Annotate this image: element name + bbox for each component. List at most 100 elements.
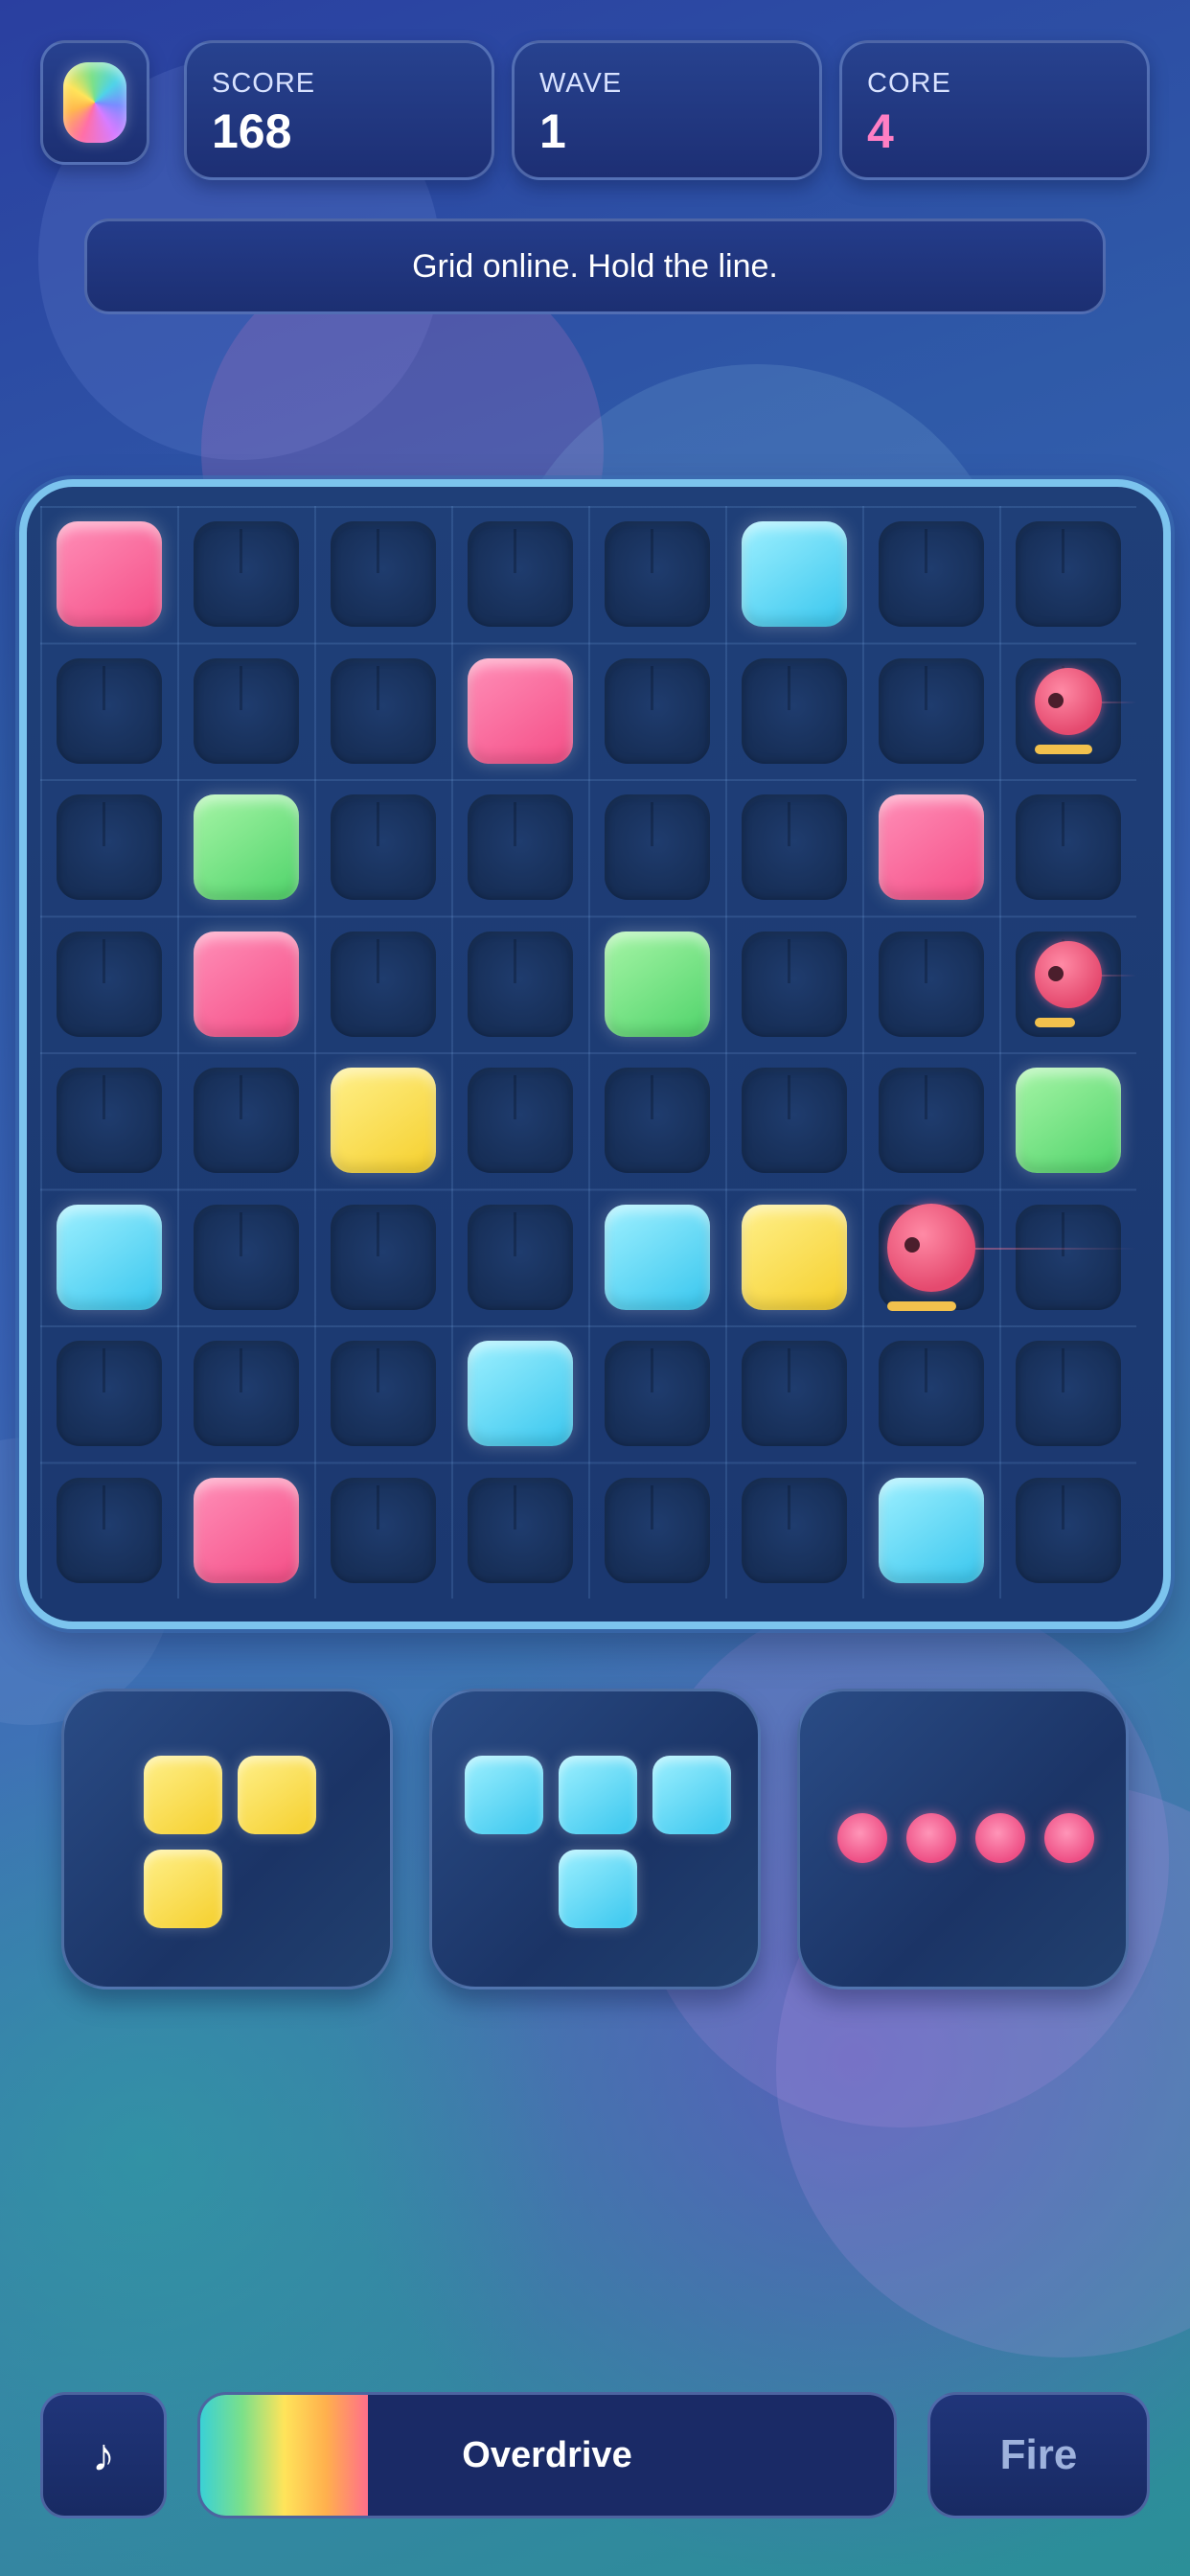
score-label: SCORE: [212, 68, 316, 99]
board-cell[interactable]: [604, 521, 710, 628]
board-cell[interactable]: [330, 1477, 436, 1583]
overdrive-label: Overdrive: [462, 2434, 632, 2475]
board-cell[interactable]: [193, 521, 299, 628]
core-panel: CORE 4: [839, 40, 1150, 180]
board-cell[interactable]: [741, 794, 847, 901]
board-cell[interactable]: [1015, 1204, 1121, 1310]
blue-block: [878, 1477, 984, 1583]
yellow-block: [330, 1068, 436, 1174]
score-panel: SCORE 168: [184, 40, 494, 180]
blue-block: [467, 1341, 573, 1447]
enemy-orb: [886, 1203, 975, 1292]
pink-block: [56, 521, 162, 628]
board-cell[interactable]: [467, 521, 573, 628]
enemy-health-bar: [1034, 744, 1092, 754]
pink-block: [193, 931, 299, 1037]
board-cell[interactable]: [604, 657, 710, 764]
enemy-eye: [1047, 693, 1064, 709]
board-cell[interactable]: [330, 1204, 436, 1310]
yellow-piece-block: [144, 1850, 222, 1928]
pink-block: [467, 657, 573, 764]
board-cell[interactable]: [56, 657, 162, 764]
board-cell[interactable]: [467, 1204, 573, 1310]
board-cell[interactable]: [56, 794, 162, 901]
green-block: [193, 794, 299, 901]
blue-block: [56, 1204, 162, 1310]
board-cell[interactable]: [1015, 521, 1121, 628]
enemy-eye: [1047, 966, 1064, 982]
enemy-orb: [1034, 940, 1102, 1008]
board-cell[interactable]: [330, 794, 436, 901]
board-cell[interactable]: [878, 657, 984, 764]
wave-panel: WAVE 1: [512, 40, 822, 180]
blue-piece-block: [559, 1850, 637, 1928]
board-cell[interactable]: [604, 1341, 710, 1447]
board-cell[interactable]: [878, 1341, 984, 1447]
enemy-health-bar: [886, 1300, 956, 1311]
wave-value: 1: [539, 104, 566, 158]
enemy-health-bar: [1034, 1017, 1075, 1027]
board-cell[interactable]: [604, 1068, 710, 1174]
wave-label: WAVE: [539, 68, 623, 99]
board-cell[interactable]: [193, 1341, 299, 1447]
board-cell[interactable]: [878, 931, 984, 1037]
board-cell[interactable]: [741, 1477, 847, 1583]
board-cell[interactable]: [467, 794, 573, 901]
pink-orb: [975, 1813, 1025, 1863]
yellow-block: [741, 1204, 847, 1310]
blue-block: [604, 1204, 710, 1310]
blue-piece-block: [559, 1756, 637, 1834]
board-cell[interactable]: [741, 1341, 847, 1447]
tray-slot-2[interactable]: [429, 1689, 761, 1990]
board-cell[interactable]: [467, 1068, 573, 1174]
board-cell[interactable]: [193, 1068, 299, 1174]
board-cell[interactable]: [741, 931, 847, 1037]
enemy-eye: [904, 1236, 920, 1253]
board-cell[interactable]: [1015, 1341, 1121, 1447]
pink-orb: [837, 1813, 887, 1863]
board-grid[interactable]: [40, 506, 1136, 1598]
score-value: 168: [212, 104, 292, 158]
rainbow-gem-icon: [63, 62, 126, 143]
board-cell[interactable]: [56, 1068, 162, 1174]
pink-block: [878, 794, 984, 901]
yellow-piece-block: [238, 1756, 316, 1834]
board-cell[interactable]: [330, 657, 436, 764]
board-cell[interactable]: [467, 931, 573, 1037]
blue-piece-block: [465, 1756, 543, 1834]
music-button[interactable]: ♪: [40, 2392, 167, 2518]
board-cell[interactable]: [467, 1477, 573, 1583]
tray-slot-3[interactable]: [797, 1689, 1129, 1990]
pink-block: [193, 1477, 299, 1583]
core-value: 4: [867, 104, 894, 158]
board-cell[interactable]: [741, 657, 847, 764]
menu-button[interactable]: [40, 40, 149, 165]
enemy-orb: [1034, 667, 1102, 735]
blue-piece-block: [652, 1756, 731, 1834]
board-cell[interactable]: [56, 1477, 162, 1583]
board-cell[interactable]: [1015, 1477, 1121, 1583]
board-cell[interactable]: [604, 794, 710, 901]
yellow-piece-block: [144, 1756, 222, 1834]
board-cell[interactable]: [330, 931, 436, 1037]
fire-button[interactable]: Fire: [927, 2392, 1150, 2518]
board-cell[interactable]: [604, 1477, 710, 1583]
board-cell[interactable]: [330, 521, 436, 628]
music-note-icon: ♪: [92, 2429, 115, 2481]
board-cell[interactable]: [330, 1341, 436, 1447]
green-block: [1015, 1068, 1121, 1174]
board-cell[interactable]: [1015, 794, 1121, 901]
green-block: [604, 931, 710, 1037]
board-cell[interactable]: [193, 657, 299, 764]
board-cell[interactable]: [878, 1068, 984, 1174]
board-cell[interactable]: [741, 1068, 847, 1174]
core-label: CORE: [867, 68, 951, 99]
board-cell[interactable]: [193, 1204, 299, 1310]
pink-orb: [1044, 1813, 1094, 1863]
overdrive-meter[interactable]: Overdrive: [197, 2392, 897, 2518]
board-cell[interactable]: [56, 1341, 162, 1447]
blue-block: [741, 521, 847, 628]
tray-slot-1[interactable]: [61, 1689, 393, 1990]
board-cell[interactable]: [56, 931, 162, 1037]
board-cell[interactable]: [878, 521, 984, 628]
